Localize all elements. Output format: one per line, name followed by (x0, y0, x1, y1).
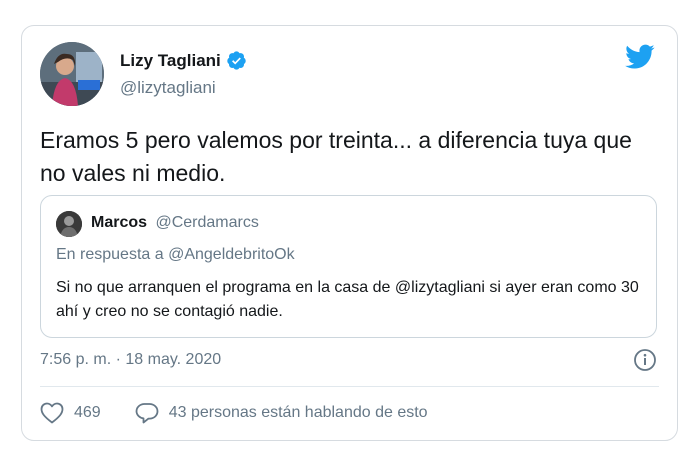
speech-bubble-icon (135, 403, 159, 424)
tweet-actions: 469 43 personas están hablando de esto (40, 402, 428, 424)
author-name-row[interactable]: Lizy Tagliani (120, 50, 247, 71)
like-button[interactable]: 469 (40, 402, 101, 424)
tweet-timestamp[interactable]: 7:56 p. m. · 18 may. 2020 (40, 351, 221, 369)
info-icon[interactable] (633, 348, 657, 372)
verified-badge-icon (226, 50, 247, 71)
quoted-author-name-row[interactable]: Marcos @Cerdamarcs (91, 214, 259, 232)
conversation-button[interactable]: 43 personas están hablando de esto (135, 402, 428, 424)
tweet-card[interactable]: Lizy Tagliani @lizytagliani Eramos 5 per… (21, 25, 678, 441)
reply-to-mention[interactable]: @AngeldebritoOk (168, 246, 295, 263)
quoted-tweet-text: Si no que arranquen el programa en la ca… (56, 279, 639, 320)
twitter-bird-icon[interactable] (625, 44, 655, 70)
author-avatar[interactable] (40, 42, 104, 106)
tweet-text: Eramos 5 pero valemos por treinta... a d… (40, 127, 632, 186)
heart-icon (40, 402, 64, 424)
divider (40, 386, 659, 387)
quoted-author-display-name[interactable]: Marcos (91, 214, 147, 231)
quoted-author-avatar[interactable] (56, 211, 82, 237)
reply-prefix: En respuesta a (56, 246, 169, 263)
reply-context: En respuesta a @AngeldebritoOk (56, 246, 295, 264)
like-count: 469 (74, 404, 101, 421)
conversation-label: 43 personas están hablando de esto (168, 404, 428, 421)
quoted-author-handle[interactable]: @Cerdamarcs (155, 214, 258, 231)
quoted-tweet[interactable]: Marcos @Cerdamarcs En respuesta a @Angel… (40, 195, 657, 338)
author-handle[interactable]: @lizytagliani (120, 78, 216, 98)
author-display-name[interactable]: Lizy Tagliani (120, 51, 221, 71)
